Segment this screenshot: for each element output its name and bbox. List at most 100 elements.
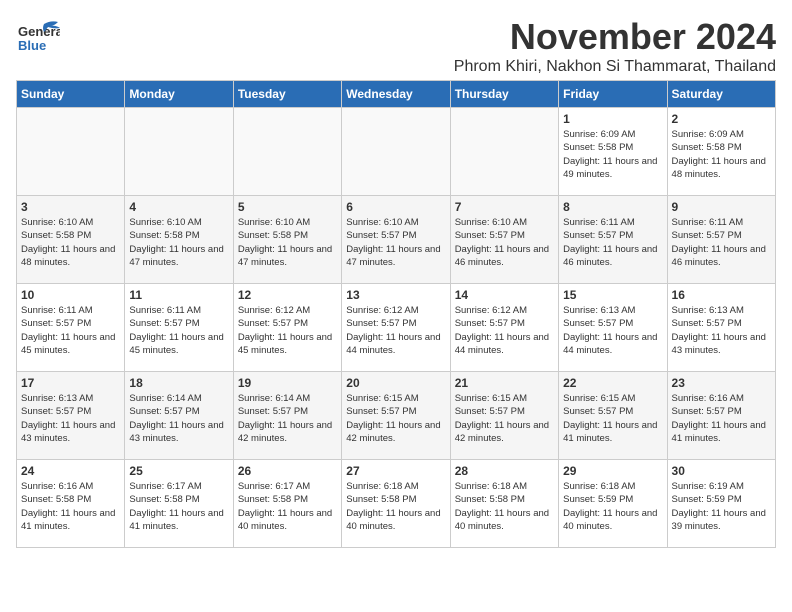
day-info: Sunrise: 6:11 AMSunset: 5:57 PMDaylight:… (21, 304, 120, 357)
day-info: Sunrise: 6:14 AMSunset: 5:57 PMDaylight:… (238, 392, 337, 445)
calendar-cell: 1 Sunrise: 6:09 AMSunset: 5:58 PMDaylight… (559, 108, 667, 196)
calendar-cell: 28 Sunrise: 6:18 AMSunset: 5:58 PMDayligh… (450, 460, 558, 548)
day-number: 19 (238, 376, 337, 390)
weekday-header-thursday: Thursday (450, 81, 558, 108)
day-number: 21 (455, 376, 554, 390)
month-title: November 2024 (454, 16, 776, 58)
day-number: 15 (563, 288, 662, 302)
day-number: 30 (672, 464, 771, 478)
calendar-cell: 14 Sunrise: 6:12 AMSunset: 5:57 PMDayligh… (450, 284, 558, 372)
title-section: November 2024 Phrom Khiri, Nakhon Si Tha… (454, 16, 776, 76)
calendar-week-2: 3 Sunrise: 6:10 AMSunset: 5:58 PMDaylight… (17, 196, 776, 284)
calendar-week-5: 24 Sunrise: 6:16 AMSunset: 5:58 PMDayligh… (17, 460, 776, 548)
weekday-header-sunday: Sunday (17, 81, 125, 108)
calendar-table: SundayMondayTuesdayWednesdayThursdayFrid… (16, 80, 776, 548)
calendar-cell: 5 Sunrise: 6:10 AMSunset: 5:58 PMDaylight… (233, 196, 341, 284)
day-info: Sunrise: 6:12 AMSunset: 5:57 PMDaylight:… (455, 304, 554, 357)
weekday-header-friday: Friday (559, 81, 667, 108)
day-info: Sunrise: 6:09 AMSunset: 5:58 PMDaylight:… (563, 128, 662, 181)
day-info: Sunrise: 6:16 AMSunset: 5:57 PMDaylight:… (672, 392, 771, 445)
day-info: Sunrise: 6:19 AMSunset: 5:59 PMDaylight:… (672, 480, 771, 533)
calendar-cell: 24 Sunrise: 6:16 AMSunset: 5:58 PMDayligh… (17, 460, 125, 548)
logo: General Blue (16, 16, 60, 60)
calendar-cell: 27 Sunrise: 6:18 AMSunset: 5:58 PMDayligh… (342, 460, 450, 548)
weekday-header-row: SundayMondayTuesdayWednesdayThursdayFrid… (17, 81, 776, 108)
calendar-cell: 3Sunrise: 6:10 AMSunset: 5:58 PMDaylight… (17, 196, 125, 284)
day-number: 24 (21, 464, 120, 478)
calendar-cell (233, 108, 341, 196)
calendar-cell: 26 Sunrise: 6:17 AMSunset: 5:58 PMDayligh… (233, 460, 341, 548)
calendar-cell: 18 Sunrise: 6:14 AMSunset: 5:57 PMDayligh… (125, 372, 233, 460)
calendar-cell: 9 Sunrise: 6:11 AMSunset: 5:57 PMDaylight… (667, 196, 775, 284)
calendar-cell: 22 Sunrise: 6:15 AMSunset: 5:57 PMDayligh… (559, 372, 667, 460)
calendar-cell (125, 108, 233, 196)
weekday-header-saturday: Saturday (667, 81, 775, 108)
day-info: Sunrise: 6:17 AMSunset: 5:58 PMDaylight:… (129, 480, 228, 533)
day-info: Sunrise: 6:11 AMSunset: 5:57 PMDaylight:… (563, 216, 662, 269)
calendar-week-3: 10 Sunrise: 6:11 AMSunset: 5:57 PMDayligh… (17, 284, 776, 372)
day-info: Sunrise: 6:12 AMSunset: 5:57 PMDaylight:… (346, 304, 445, 357)
day-number: 6 (346, 200, 445, 214)
day-info: Sunrise: 6:10 AMSunset: 5:58 PMDaylight:… (238, 216, 337, 269)
day-info: Sunrise: 6:18 AMSunset: 5:58 PMDaylight:… (346, 480, 445, 533)
day-info: Sunrise: 6:14 AMSunset: 5:57 PMDaylight:… (129, 392, 228, 445)
day-number: 5 (238, 200, 337, 214)
calendar-cell: 6 Sunrise: 6:10 AMSunset: 5:57 PMDaylight… (342, 196, 450, 284)
day-number: 20 (346, 376, 445, 390)
day-info: Sunrise: 6:11 AMSunset: 5:57 PMDaylight:… (672, 216, 771, 269)
logo-icon: General Blue (16, 16, 60, 60)
calendar-cell: 12 Sunrise: 6:12 AMSunset: 5:57 PMDayligh… (233, 284, 341, 372)
day-info: Sunrise: 6:18 AMSunset: 5:58 PMDaylight:… (455, 480, 554, 533)
day-number: 12 (238, 288, 337, 302)
day-number: 16 (672, 288, 771, 302)
day-number: 2 (672, 112, 771, 126)
day-number: 1 (563, 112, 662, 126)
svg-text:Blue: Blue (18, 38, 46, 53)
weekday-header-monday: Monday (125, 81, 233, 108)
day-info: Sunrise: 6:15 AMSunset: 5:57 PMDaylight:… (346, 392, 445, 445)
day-info: Sunrise: 6:15 AMSunset: 5:57 PMDaylight:… (563, 392, 662, 445)
day-number: 9 (672, 200, 771, 214)
day-number: 8 (563, 200, 662, 214)
weekday-header-tuesday: Tuesday (233, 81, 341, 108)
day-info: Sunrise: 6:10 AMSunset: 5:57 PMDaylight:… (455, 216, 554, 269)
calendar-cell: 11Sunrise: 6:11 AMSunset: 5:57 PMDayligh… (125, 284, 233, 372)
day-info: Sunrise: 6:18 AMSunset: 5:59 PMDaylight:… (563, 480, 662, 533)
day-number: 3 (21, 200, 120, 214)
day-info: Sunrise: 6:16 AMSunset: 5:58 PMDaylight:… (21, 480, 120, 533)
day-number: 14 (455, 288, 554, 302)
day-number: 28 (455, 464, 554, 478)
calendar-cell (17, 108, 125, 196)
calendar-cell: 7Sunrise: 6:10 AMSunset: 5:57 PMDaylight… (450, 196, 558, 284)
location-title: Phrom Khiri, Nakhon Si Thammarat, Thaila… (454, 58, 776, 76)
day-number: 10 (21, 288, 120, 302)
day-info: Sunrise: 6:15 AMSunset: 5:57 PMDaylight:… (455, 392, 554, 445)
day-info: Sunrise: 6:10 AMSunset: 5:57 PMDaylight:… (346, 216, 445, 269)
calendar-cell (342, 108, 450, 196)
calendar-cell: 16Sunrise: 6:13 AMSunset: 5:57 PMDayligh… (667, 284, 775, 372)
day-number: 13 (346, 288, 445, 302)
day-info: Sunrise: 6:09 AMSunset: 5:58 PMDaylight:… (672, 128, 771, 181)
day-info: Sunrise: 6:13 AMSunset: 5:57 PMDaylight:… (21, 392, 120, 445)
day-info: Sunrise: 6:10 AMSunset: 5:58 PMDaylight:… (129, 216, 228, 269)
day-info: Sunrise: 6:12 AMSunset: 5:57 PMDaylight:… (238, 304, 337, 357)
day-number: 18 (129, 376, 228, 390)
calendar-cell: 30 Sunrise: 6:19 AMSunset: 5:59 PMDayligh… (667, 460, 775, 548)
calendar-cell: 15Sunrise: 6:13 AMSunset: 5:57 PMDayligh… (559, 284, 667, 372)
calendar-week-4: 17 Sunrise: 6:13 AMSunset: 5:57 PMDayligh… (17, 372, 776, 460)
day-number: 27 (346, 464, 445, 478)
day-number: 17 (21, 376, 120, 390)
weekday-header-wednesday: Wednesday (342, 81, 450, 108)
calendar-cell: 2 Sunrise: 6:09 AMSunset: 5:58 PMDaylight… (667, 108, 775, 196)
day-number: 11 (129, 288, 228, 302)
calendar-cell: 23 Sunrise: 6:16 AMSunset: 5:57 PMDayligh… (667, 372, 775, 460)
day-info: Sunrise: 6:17 AMSunset: 5:58 PMDaylight:… (238, 480, 337, 533)
day-number: 22 (563, 376, 662, 390)
calendar-cell: 8 Sunrise: 6:11 AMSunset: 5:57 PMDaylight… (559, 196, 667, 284)
day-number: 26 (238, 464, 337, 478)
calendar-cell: 29 Sunrise: 6:18 AMSunset: 5:59 PMDayligh… (559, 460, 667, 548)
calendar-cell: 10 Sunrise: 6:11 AMSunset: 5:57 PMDayligh… (17, 284, 125, 372)
day-number: 23 (672, 376, 771, 390)
calendar-cell: 4Sunrise: 6:10 AMSunset: 5:58 PMDaylight… (125, 196, 233, 284)
day-number: 29 (563, 464, 662, 478)
